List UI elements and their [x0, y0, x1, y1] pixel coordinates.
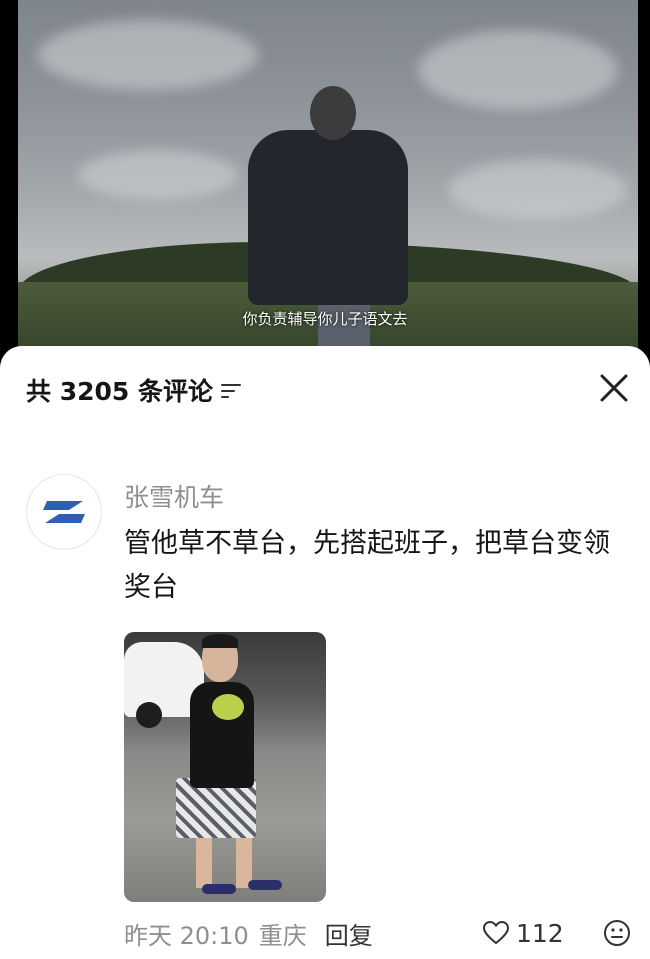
heart-icon: [482, 920, 510, 945]
comment-image[interactable]: [124, 632, 326, 902]
like-count: 112: [516, 918, 564, 948]
comment-time: 昨天 20:10: [124, 921, 249, 950]
comment-username[interactable]: 张雪机车: [124, 478, 224, 514]
coconut: [212, 694, 244, 720]
brand-logo-icon: [43, 501, 85, 523]
video-subtitle: 你负责辅导你儿子语文去: [242, 310, 408, 328]
reply-button[interactable]: 回复: [325, 916, 373, 951]
cloud: [38, 20, 258, 90]
avatar[interactable]: [26, 474, 102, 550]
comment-location: 重庆: [258, 921, 307, 950]
video-frame: [18, 0, 638, 358]
close-icon[interactable]: [598, 372, 630, 404]
like-button[interactable]: 112: [482, 916, 564, 950]
person-head: [310, 86, 356, 140]
filter-icon[interactable]: [221, 381, 241, 399]
comment-count: 共 3205 条评论: [26, 377, 213, 406]
cloud: [78, 150, 238, 200]
comment-meta: 昨天 20:10 重庆 回复: [124, 916, 373, 950]
cloud: [448, 160, 628, 220]
cloud: [418, 30, 618, 110]
video-player[interactable]: 你负责辅导你儿子语文去: [0, 0, 650, 358]
person-body: [248, 130, 408, 305]
emoji-icon[interactable]: [602, 918, 632, 948]
comment-text: 管他草不草台，先搭起班子，把草台变领奖台: [124, 528, 610, 603]
comments-sheet: 共 3205 条评论 张雪机车 管他草不草台，先搭起班子，把草台变领奖台 昨天 …: [0, 346, 650, 959]
comments-header: 共 3205 条评论: [26, 370, 241, 410]
